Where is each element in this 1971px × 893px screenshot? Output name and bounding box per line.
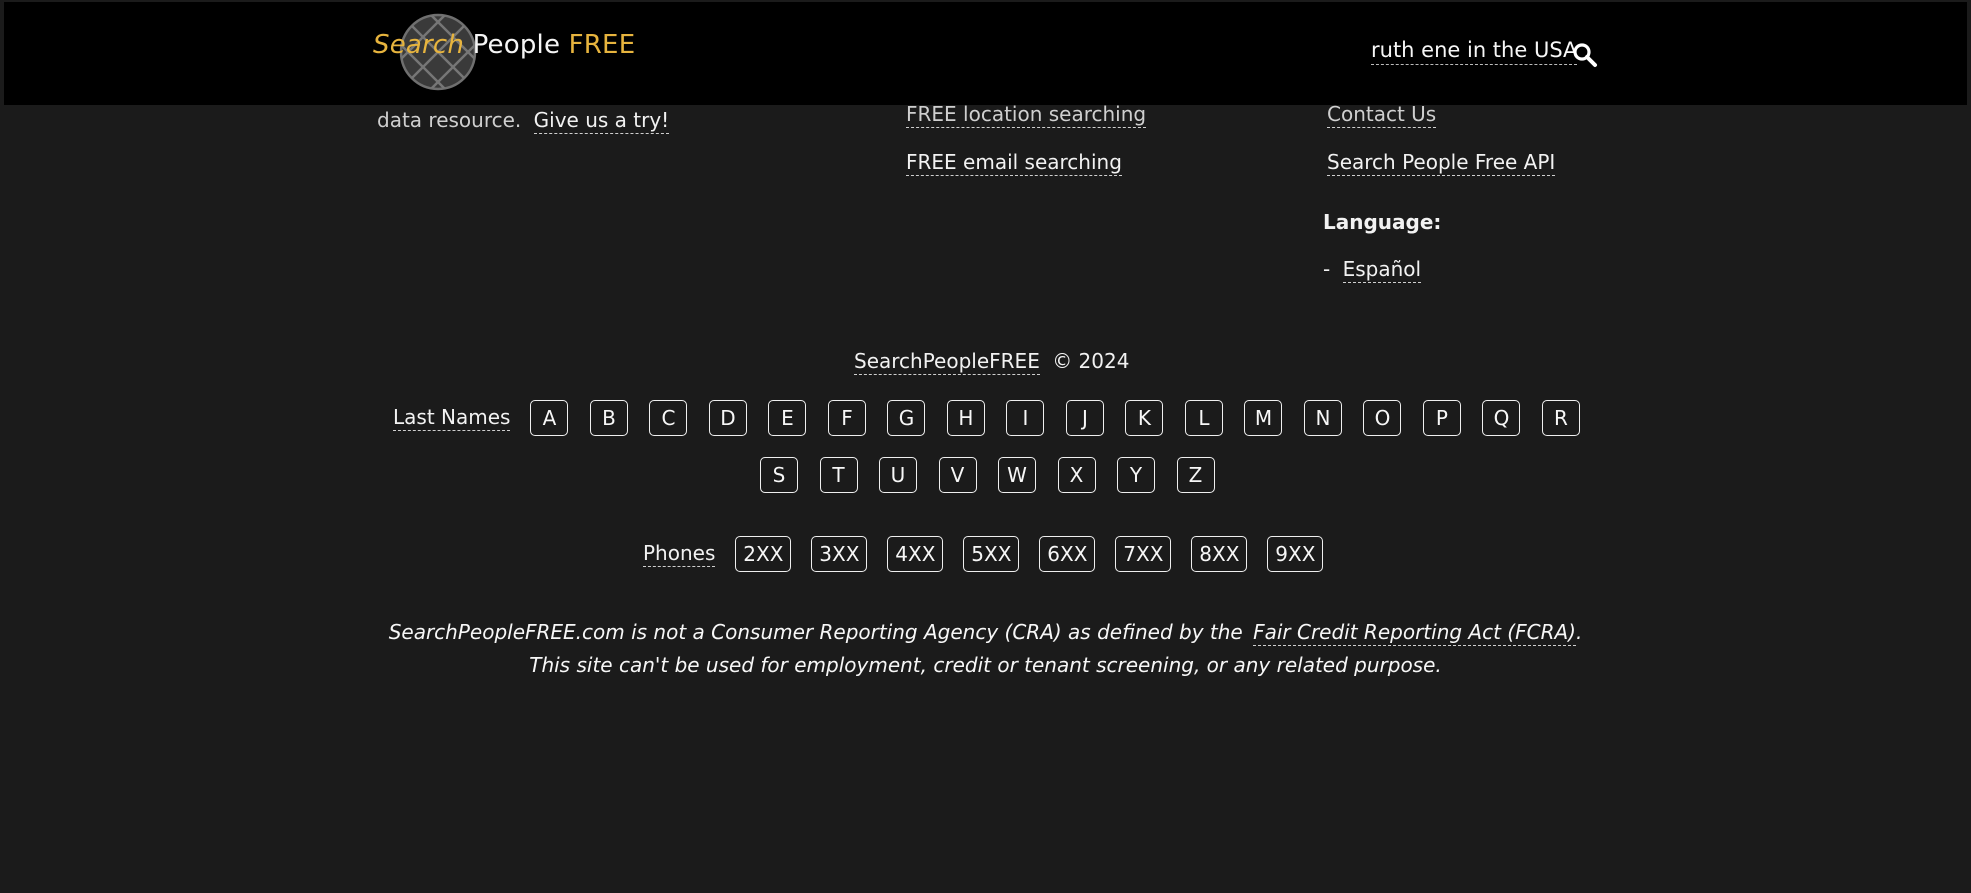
logo-word-free: FREE [568, 30, 636, 60]
header-search-link[interactable]: ruth ene in the USA [1371, 38, 1578, 65]
phone-prefix-9xx[interactable]: 9XX [1267, 536, 1324, 572]
about-text: data resource. [377, 108, 522, 132]
logo-word-people: People [472, 30, 561, 60]
logo-word-search: Search [373, 30, 465, 60]
last-name-letter-u[interactable]: U [879, 457, 917, 493]
about-text-row: data resource. Give us a try! [377, 108, 670, 134]
last-name-letter-x[interactable]: X [1057, 457, 1096, 493]
copyright: SearchPeopleFREE © 2024 [854, 349, 1130, 375]
last-name-letter-c[interactable]: C [649, 400, 688, 436]
last-name-letter-z[interactable]: Z [1176, 457, 1215, 493]
phones-row: Phones 2XX 3XX 4XX 5XX 6XX 7XX 8XX 9XX [643, 536, 1343, 572]
copyright-year: © 2024 [1052, 349, 1130, 373]
last-name-letter-r[interactable]: R [1541, 400, 1580, 436]
phone-prefix-3xx[interactable]: 3XX [811, 536, 868, 572]
last-names-row: Last Names ABCDEFGHIJKLMNOPQR [393, 400, 1601, 436]
disclaimer-text: SearchPeopleFREE.com is not a Consumer R… [388, 620, 1243, 644]
fcra-link[interactable]: Fair Credit Reporting Act (FCRA) [1253, 620, 1576, 646]
last-name-letter-k[interactable]: K [1125, 400, 1164, 436]
header-search-text[interactable]: ruth ene in the USA [1371, 38, 1578, 65]
phone-prefix-4xx[interactable]: 4XX [887, 536, 944, 572]
last-name-letter-l[interactable]: L [1184, 400, 1223, 436]
phone-prefix-5xx[interactable]: 5XX [963, 536, 1020, 572]
last-name-letter-m[interactable]: M [1244, 400, 1283, 436]
search-icon[interactable] [1572, 42, 1598, 68]
last-name-letter-i[interactable]: I [1006, 400, 1045, 436]
last-name-letter-e[interactable]: E [768, 400, 807, 436]
last-name-letter-y[interactable]: Y [1117, 457, 1155, 493]
last-names-link[interactable]: Last Names [393, 405, 511, 431]
disclaimer-line-1: SearchPeopleFREE.com is not a Consumer R… [0, 620, 1971, 646]
last-name-letter-s[interactable]: S [760, 457, 798, 493]
give-us-a-try-link[interactable]: Give us a try! [533, 108, 670, 134]
last-name-letter-o[interactable]: O [1363, 400, 1402, 436]
language-espanol-link[interactable]: Español [1342, 257, 1422, 283]
last-name-letter-p[interactable]: P [1422, 400, 1461, 436]
phone-prefix-7xx[interactable]: 7XX [1115, 536, 1172, 572]
phones-link[interactable]: Phones [643, 541, 716, 567]
last-name-letter-q[interactable]: Q [1482, 400, 1521, 436]
language-bullet: - [1323, 257, 1331, 281]
phone-prefix-8xx[interactable]: 8XX [1191, 536, 1248, 572]
contact-us-link[interactable]: Contact Us [1327, 102, 1437, 128]
phone-prefix-2xx[interactable]: 2XX [735, 536, 792, 572]
disclaimer-period: . [1575, 620, 1583, 644]
last-name-letter-h[interactable]: H [946, 400, 985, 436]
last-names-row-2: STUVWXYZ [760, 457, 1236, 493]
last-name-letter-d[interactable]: D [708, 400, 747, 436]
last-name-letter-g[interactable]: G [887, 400, 926, 436]
disclaimer-line-2: This site can't be used for employment, … [529, 653, 1442, 677]
language-option-row: - Español [1323, 257, 1422, 283]
last-name-letter-v[interactable]: V [938, 457, 977, 493]
last-name-letter-w[interactable]: W [998, 457, 1036, 493]
last-name-letter-b[interactable]: B [589, 400, 628, 436]
language-label: Language: [1323, 210, 1442, 234]
site-header [4, 2, 1967, 105]
free-email-searching-link[interactable]: FREE email searching [906, 150, 1122, 176]
phone-prefix-6xx[interactable]: 6XX [1039, 536, 1096, 572]
search-people-free-api-link[interactable]: Search People Free API [1327, 150, 1556, 176]
last-name-letter-t[interactable]: T [819, 457, 858, 493]
copyright-brand-link[interactable]: SearchPeopleFREE [854, 349, 1040, 375]
last-name-letter-f[interactable]: F [827, 400, 866, 436]
last-name-letter-j[interactable]: J [1065, 400, 1104, 436]
last-name-letter-a[interactable]: A [530, 400, 569, 436]
site-logo[interactable]: Search People FREE [373, 30, 635, 60]
free-location-searching-link[interactable]: FREE location searching [906, 102, 1147, 128]
last-name-letter-n[interactable]: N [1303, 400, 1342, 436]
